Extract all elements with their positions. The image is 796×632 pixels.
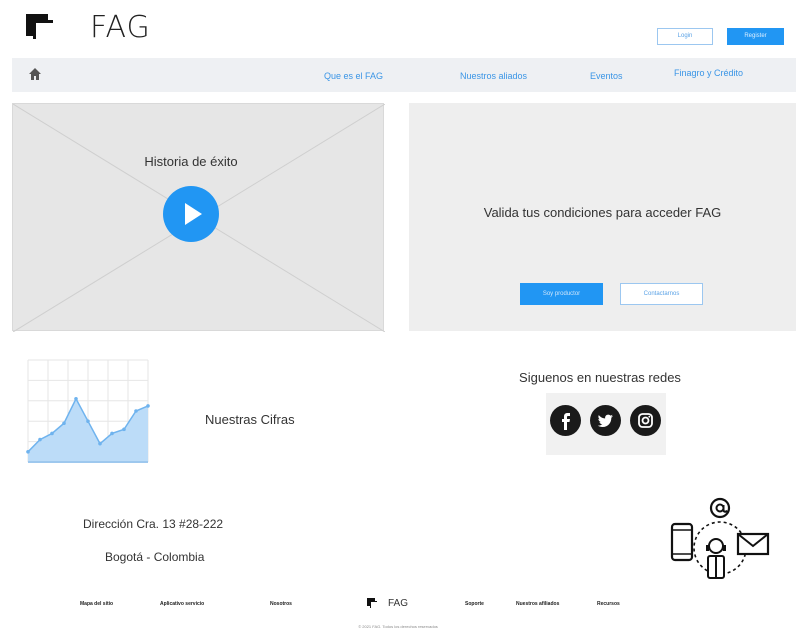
main-nav: Que es el FAG Nuestros aliados Eventos F… (12, 58, 796, 92)
chart-point (98, 441, 102, 446)
stats-label: Nuestras Cifras (205, 412, 295, 427)
nav-item-que-es-fag[interactable]: Que es el FAG (324, 71, 383, 81)
play-icon (185, 203, 202, 225)
instagram-icon[interactable] (630, 405, 661, 436)
nav-item-nuestros-aliados[interactable]: Nuestros aliados (460, 71, 527, 81)
twitter-icon[interactable] (590, 405, 621, 436)
chart-point (26, 450, 30, 454)
conditions-text: Valida tus condiciones para acceder FAG (483, 205, 722, 220)
stats-chart (26, 359, 150, 463)
video-title: Historia de éxito (144, 154, 238, 169)
chart-point (50, 431, 54, 436)
logo-icon[interactable] (26, 14, 54, 40)
chart-point (134, 409, 138, 413)
footer-link-sitemap[interactable]: Mapa del sitio (80, 601, 113, 607)
footer-link-resources[interactable]: Recursos (597, 601, 620, 607)
facebook-icon[interactable] (550, 405, 581, 436)
city-line: Bogotá - Colombia (105, 550, 205, 564)
chart-point (146, 404, 150, 408)
chart-point (86, 419, 90, 423)
home-icon[interactable] (28, 67, 42, 81)
producer-button[interactable]: Soy productor (520, 283, 603, 305)
chart-point (74, 396, 78, 401)
video-panel: Historia de éxito (12, 103, 385, 332)
footer-link-affiliates[interactable]: Nuestros afiliados (516, 601, 559, 607)
address-line: Dirección Cra. 13 #28-222 (83, 517, 224, 531)
nav-item-eventos[interactable]: Eventos (590, 71, 623, 81)
footer-link-support[interactable]: Soporte (465, 601, 484, 607)
footer-link-about[interactable]: Nosotros (270, 601, 292, 607)
copyright-text: © 2021 FAG. Todos los derechos reservado… (358, 624, 438, 629)
chart-point (110, 431, 114, 436)
register-button[interactable]: Register (727, 28, 784, 45)
footer-link-app[interactable]: Aplicativo servicio (160, 601, 204, 607)
logo-text[interactable]: FAG (90, 10, 151, 45)
chart-point (38, 437, 42, 442)
conditions-panel: Valida tus condiciones para acceder FAG … (409, 103, 796, 331)
play-button[interactable] (163, 186, 219, 242)
footer-logo-icon[interactable] (367, 598, 377, 608)
social-title: Siguenos en nuestras redes (519, 370, 681, 385)
contact-illustration-icon (670, 497, 770, 579)
chart-point (62, 421, 66, 426)
login-button[interactable]: Login (657, 28, 713, 45)
footer-logo-text[interactable]: FAG (388, 598, 408, 609)
contact-button[interactable]: Contactarnos (620, 283, 703, 305)
social-icons (546, 393, 666, 455)
nav-item-finagro-credito[interactable]: Finagro y Crédito (674, 68, 743, 78)
chart-point (122, 427, 126, 432)
